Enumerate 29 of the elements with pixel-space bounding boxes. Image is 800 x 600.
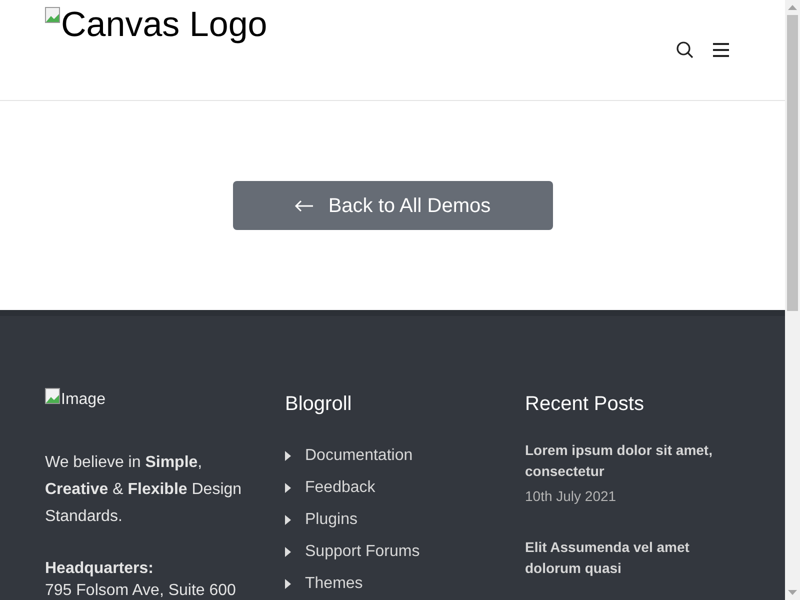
post-title[interactable]: Elit Assumenda vel amet dolorum quasi	[525, 537, 725, 579]
caret-icon	[285, 515, 291, 525]
image-alt-text: Image	[61, 390, 106, 410]
blogroll-link[interactable]: Documentation	[305, 444, 413, 468]
caret-icon	[285, 451, 291, 461]
blogroll-link[interactable]: Themes	[305, 572, 363, 596]
scrollbar-thumb[interactable]	[787, 15, 798, 311]
address-text: 795 Folsom Ave, Suite 600	[45, 581, 237, 600]
menu-icon[interactable]	[712, 42, 730, 58]
recent-posts-heading: Recent Posts	[525, 392, 645, 416]
scroll-up-icon[interactable]	[788, 5, 797, 10]
back-button[interactable]: Back to All Demos	[232, 181, 552, 230]
caret-icon	[285, 579, 291, 589]
blogroll-heading: Blogroll	[285, 392, 353, 416]
broken-image-icon	[45, 388, 61, 404]
broken-image-icon	[45, 7, 61, 23]
headquarters-label: Headquarters:	[45, 559, 154, 579]
post-date: 10th July 2021	[525, 487, 618, 506]
blogroll-link[interactable]: Plugins	[305, 508, 358, 532]
about-text: We believe in Simple, Creative & Flexible Design Standards.	[45, 453, 243, 527]
blogroll-link[interactable]: Feedback	[305, 476, 376, 500]
scroll-down-icon[interactable]	[788, 590, 797, 595]
caret-icon	[285, 483, 291, 493]
arrow-left-icon	[294, 200, 314, 212]
caret-icon	[285, 547, 291, 557]
logo-alt-text[interactable]: Canvas Logo	[61, 7, 268, 42]
search-icon[interactable]	[676, 41, 694, 59]
post-title[interactable]: Lorem ipsum dolor sit amet, consectetur	[525, 440, 725, 482]
blogroll-link[interactable]: Support Forums	[305, 540, 420, 564]
